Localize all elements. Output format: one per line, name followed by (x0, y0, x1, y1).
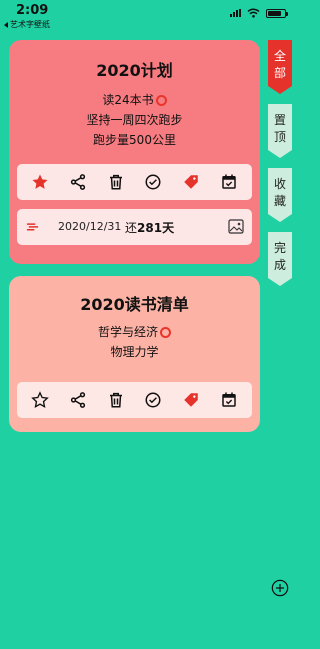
calendar-icon (222, 174, 236, 189)
trash-icon (109, 174, 122, 190)
status-icons (230, 8, 288, 18)
calendar-button[interactable] (216, 169, 242, 195)
tab-pinned[interactable]: 置顶 (268, 104, 292, 158)
tab-favorites[interactable]: 收藏 (268, 168, 292, 222)
days-remaining: 还281天 (125, 221, 175, 235)
delete-button[interactable] (103, 387, 129, 413)
content-line: 物理力学 (110, 345, 159, 359)
calendar-icon (222, 392, 236, 407)
star-filled-icon (32, 174, 48, 189)
calendar-button[interactable] (216, 387, 242, 413)
content-line: 坚持一周四次跑步 (86, 113, 183, 127)
signal-icon (230, 9, 241, 17)
status-time: 2:09 (16, 3, 49, 18)
tag-button[interactable] (178, 169, 204, 195)
delete-button[interactable] (103, 169, 129, 195)
star-outline-icon (31, 391, 49, 408)
add-icon[interactable] (271, 579, 289, 597)
card-action-bar (17, 164, 252, 200)
tag-icon (184, 175, 198, 189)
complete-button[interactable] (140, 387, 166, 413)
back-app-label: 艺术字壁纸 (10, 20, 50, 29)
circle-emoji-icon (155, 94, 167, 106)
status-bar: 2:09 艺术字壁纸 (0, 0, 300, 34)
favorite-button[interactable] (27, 169, 53, 195)
deadline-info-bar: 2020/12/31 还281天 (17, 209, 252, 245)
tag-button[interactable] (178, 387, 204, 413)
card-content: 读24本书 坚持一周四次跑步 跑步量500公里 (9, 90, 260, 150)
check-circle-icon (145, 392, 161, 408)
circle-emoji-icon (160, 326, 171, 338)
battery-icon (266, 8, 288, 18)
content-line: 读24本书 (9, 90, 260, 110)
deadline-date: 2020/12/31 (58, 220, 122, 233)
check-circle-icon (145, 174, 161, 190)
card-title: 2020计划 (96, 61, 173, 80)
share-button[interactable] (65, 169, 91, 195)
wifi-icon (247, 8, 260, 18)
back-arrow-icon (4, 21, 8, 28)
back-to-app-button[interactable]: 艺术字壁纸 (4, 19, 50, 30)
trash-icon (109, 392, 122, 408)
content-line: 跑步量500公里 (93, 133, 176, 147)
complete-button[interactable] (140, 169, 166, 195)
note-card-2020-plan[interactable]: 2020计划 读24本书 坚持一周四次跑步 跑步量500公里 2020/12/3… (9, 40, 260, 264)
image-icon[interactable] (228, 219, 244, 234)
weather-icon (26, 223, 39, 231)
card-action-bar (17, 382, 252, 418)
share-icon (70, 174, 85, 190)
content-line: 哲学与经济 (9, 322, 260, 342)
favorite-button[interactable] (27, 387, 53, 413)
tab-completed[interactable]: 完成 (268, 232, 292, 286)
share-icon (70, 392, 85, 408)
tab-all[interactable]: 全部 (268, 40, 292, 94)
share-button[interactable] (65, 387, 91, 413)
tag-icon (184, 393, 198, 407)
card-content: 哲学与经济 物理力学 (9, 322, 260, 362)
card-title: 2020读书清单 (80, 295, 189, 314)
note-card-reading-list[interactable]: 2020读书清单 哲学与经济 物理力学 (9, 276, 260, 432)
